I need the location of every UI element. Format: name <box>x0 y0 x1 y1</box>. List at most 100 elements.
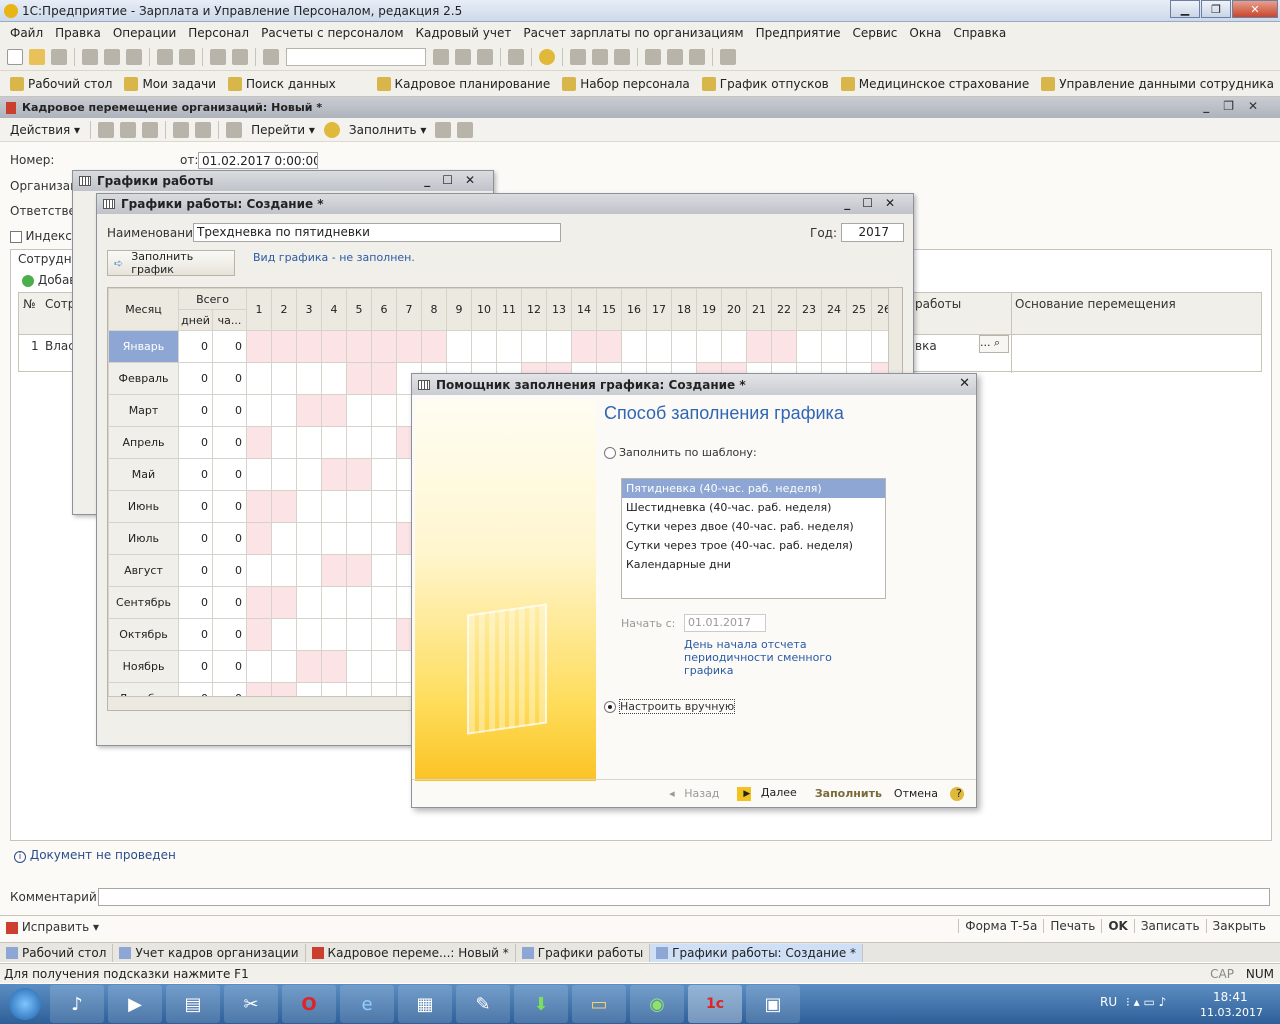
next-button[interactable]: ▶ Далее <box>731 786 808 801</box>
panel-item[interactable]: График отпусков <box>696 76 835 91</box>
structure-icon[interactable] <box>435 121 452 138</box>
new-icon[interactable] <box>7 49 23 65</box>
day-cell[interactable] <box>296 330 322 363</box>
month-name[interactable]: Август <box>108 554 179 587</box>
day-cell[interactable] <box>596 330 622 363</box>
menu-item[interactable]: Правка <box>49 26 107 40</box>
date-field[interactable]: 01.02.2017 0:00:00 <box>198 152 318 169</box>
day-cell[interactable] <box>421 330 447 363</box>
windows-icon[interactable] <box>508 49 524 65</box>
undo-icon[interactable] <box>210 49 226 65</box>
day-cell[interactable] <box>346 426 372 459</box>
month-name[interactable]: Октябрь <box>108 618 179 651</box>
day-cell[interactable] <box>471 330 497 363</box>
clear-search-icon[interactable] <box>433 49 449 65</box>
doc-tool-icon[interactable] <box>226 121 243 138</box>
copy-icon[interactable] <box>104 49 120 65</box>
day-cell[interactable] <box>271 490 297 523</box>
day-cell[interactable] <box>271 650 297 683</box>
ie-icon[interactable]: e <box>340 985 394 1023</box>
memory-minus-icon[interactable] <box>689 49 705 65</box>
day-cell[interactable] <box>271 458 297 491</box>
doc-tool-icon[interactable] <box>173 121 190 138</box>
day-cell[interactable] <box>271 618 297 651</box>
day-cell[interactable] <box>271 330 297 363</box>
day-cell[interactable] <box>271 522 297 555</box>
day-cell[interactable] <box>546 330 572 363</box>
day-cell[interactable] <box>721 330 747 363</box>
settings-icon[interactable] <box>720 49 736 65</box>
memory-m-icon[interactable] <box>645 49 661 65</box>
preview-icon[interactable] <box>179 49 195 65</box>
day-cell[interactable] <box>321 522 347 555</box>
window-tab[interactable]: Кадровое переме...: Новый * <box>306 943 516 962</box>
info-icon[interactable] <box>539 49 555 65</box>
fix-button[interactable]: Исправить ▾ <box>6 920 99 934</box>
day-cell[interactable] <box>321 554 347 587</box>
window-tab[interactable]: Учет кадров организации <box>113 943 306 962</box>
language-indicator[interactable]: RU <box>1100 995 1117 1009</box>
day-cell[interactable] <box>521 330 547 363</box>
explorer-icon[interactable]: ▭ <box>572 985 626 1023</box>
print-icon[interactable] <box>157 49 173 65</box>
open-icon[interactable] <box>29 49 45 65</box>
memory-plus-icon[interactable] <box>667 49 683 65</box>
wizard-close-icon[interactable]: ✕ <box>959 376 970 391</box>
day-cell[interactable] <box>296 522 322 555</box>
name-field[interactable]: Трехдневка по пятидневки <box>193 223 561 242</box>
day-cell[interactable] <box>321 458 347 491</box>
onec-icon[interactable]: 1c <box>688 985 742 1023</box>
menu-item[interactable]: Персонал <box>182 26 255 40</box>
redo-icon[interactable] <box>232 49 248 65</box>
doc-bottom-button[interactable]: Печать <box>1043 919 1101 933</box>
template-item[interactable]: Пятидневка (40-час. раб. неделя) <box>622 479 885 498</box>
panel-item[interactable]: Рабочий стол <box>4 76 118 91</box>
month-name[interactable]: Апрель <box>108 426 179 459</box>
help-icon[interactable] <box>323 121 340 138</box>
day-cell[interactable] <box>346 522 372 555</box>
window-tab[interactable]: Графики работы <box>516 943 651 962</box>
window-tab[interactable]: Графики работы: Создание * <box>650 943 864 962</box>
clock-time[interactable]: 18:41 <box>1213 990 1248 1004</box>
media-player-icon[interactable]: ♪ <box>50 985 104 1023</box>
day-cell[interactable] <box>246 490 272 523</box>
panel-item[interactable]: Управление данными сотрудника <box>1035 76 1280 91</box>
day-cell[interactable] <box>371 490 397 523</box>
help-button[interactable]: ? <box>944 786 970 801</box>
day-cell[interactable] <box>371 618 397 651</box>
opera-icon[interactable]: O <box>282 985 336 1023</box>
day-cell[interactable] <box>846 330 872 363</box>
panel-item[interactable]: Кадровое планирование <box>371 76 557 91</box>
day-cell[interactable] <box>271 426 297 459</box>
template-item[interactable]: Сутки через двое (40-час. раб. неделя) <box>622 517 885 536</box>
day-cell[interactable] <box>321 394 347 427</box>
window-controls[interactable]: _☐✕ <box>424 173 487 187</box>
search-icon[interactable] <box>263 49 279 65</box>
day-cell[interactable] <box>296 618 322 651</box>
day-cell[interactable] <box>321 330 347 363</box>
files-icon[interactable]: ▤ <box>166 985 220 1023</box>
day-cell[interactable] <box>271 362 297 395</box>
month-name[interactable]: Ноябрь <box>108 650 179 683</box>
month-name[interactable]: Июль <box>108 522 179 555</box>
day-cell[interactable] <box>646 330 672 363</box>
close-button[interactable]: ✕ <box>1232 0 1278 18</box>
day-cell[interactable] <box>346 586 372 619</box>
month-name[interactable]: Сентябрь <box>108 586 179 619</box>
menu-item[interactable]: Операции <box>107 26 182 40</box>
template-list[interactable]: Пятидневка (40-час. раб. неделя) Шестидне… <box>621 478 886 599</box>
day-cell[interactable] <box>296 586 322 619</box>
menu-item[interactable]: Справка <box>947 26 1012 40</box>
day-cell[interactable] <box>346 650 372 683</box>
day-cell[interactable] <box>296 458 322 491</box>
chat-icon[interactable]: ◉ <box>630 985 684 1023</box>
menu-item[interactable]: Файл <box>4 26 49 40</box>
day-cell[interactable] <box>371 522 397 555</box>
day-cell[interactable] <box>246 586 272 619</box>
day-cell[interactable] <box>296 650 322 683</box>
day-cell[interactable] <box>746 330 772 363</box>
day-cell[interactable] <box>271 586 297 619</box>
day-cell[interactable] <box>246 362 272 395</box>
row-select-button[interactable]: ... ⌕ <box>979 335 1009 353</box>
day-cell[interactable] <box>671 330 697 363</box>
